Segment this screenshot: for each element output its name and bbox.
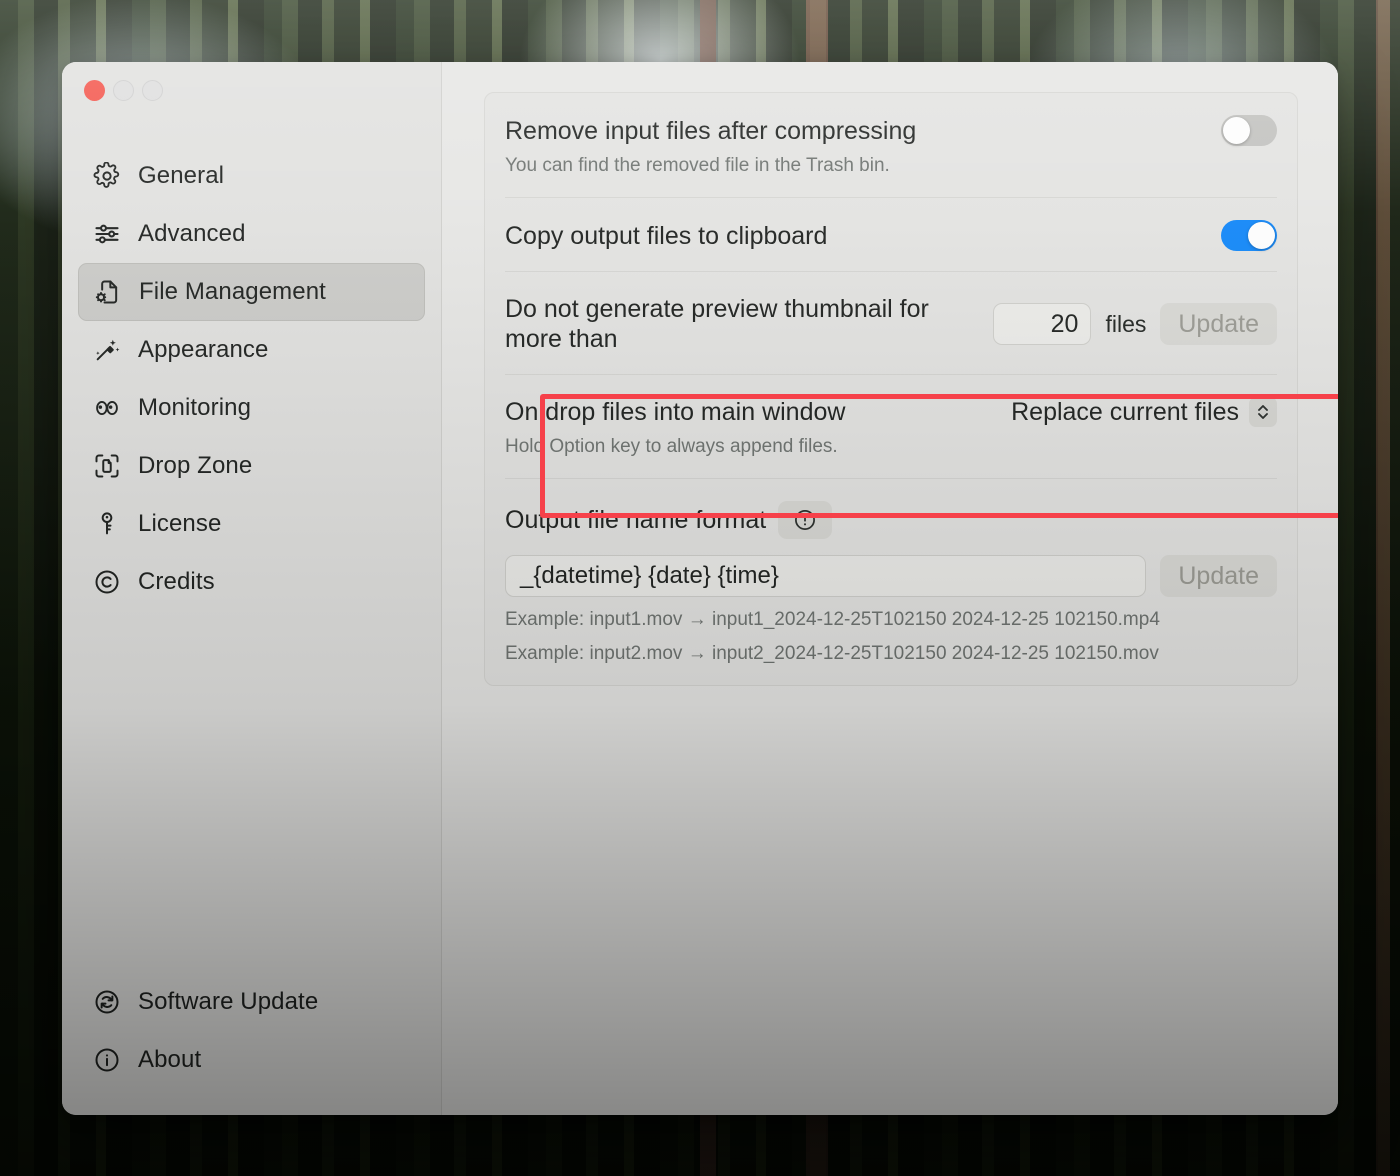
setting-copy-output-clipboard: Copy output files to clipboard: [505, 197, 1277, 271]
sidebar: General Advanced: [62, 62, 442, 1115]
settings-content: Remove input files after compressing You…: [442, 62, 1338, 1115]
setting-no-preview-thumbnail: Do not generate preview thumbnail for mo…: [505, 271, 1277, 374]
sidebar-item-label: Software Update: [138, 990, 318, 1014]
chevron-up-down-icon: [1249, 397, 1277, 427]
sidebar-item-appearance[interactable]: Appearance: [78, 321, 425, 379]
setting-title: Copy output files to clipboard: [505, 221, 827, 251]
gear-icon: [92, 161, 122, 191]
setting-on-drop-files: On drop files into main window Replace c…: [505, 374, 1277, 478]
setting-subtitle: Hold Option key to always append files.: [505, 436, 1277, 458]
exclamation-circle-icon[interactable]: [778, 501, 832, 539]
setting-title: On drop files into main window: [505, 397, 845, 427]
info-circle-icon: [92, 1045, 122, 1075]
sidebar-item-about[interactable]: About: [78, 1031, 425, 1089]
sidebar-item-file-management[interactable]: File Management: [78, 263, 425, 321]
sidebar-item-monitoring[interactable]: Monitoring: [78, 379, 425, 437]
app-window: General Advanced: [62, 62, 1338, 1115]
output-file-name-format-input[interactable]: _{datetime} {date} {time}: [505, 555, 1146, 597]
magic-wand-icon: [92, 335, 122, 365]
sidebar-item-drop-zone[interactable]: Drop Zone: [78, 437, 425, 495]
copy-output-clipboard-toggle[interactable]: [1221, 220, 1277, 251]
sidebar-item-label: About: [138, 1048, 201, 1072]
output-file-name-format-value: _{datetime} {date} {time}: [520, 562, 779, 590]
toggle-knob: [1248, 222, 1275, 249]
output-example-line: Example: input1.mov → input1_2024-12-25T…: [505, 609, 1277, 631]
toggle-knob: [1223, 117, 1250, 144]
sidebar-item-label: General: [138, 164, 224, 188]
close-button[interactable]: [84, 80, 105, 101]
output-example-line: Example: input2.mov → input2_2024-12-25T…: [505, 643, 1277, 665]
on-drop-files-selected-value: Replace current files: [1011, 398, 1239, 427]
window-controls: [62, 62, 441, 114]
setting-remove-input-files: Remove input files after compressing You…: [505, 93, 1277, 197]
sidebar-item-software-update[interactable]: Software Update: [78, 973, 425, 1031]
update-thumbnail-count-button[interactable]: Update: [1160, 303, 1277, 345]
setting-title: Output file name format: [505, 505, 766, 535]
file-gear-icon: [93, 277, 123, 307]
sidebar-item-credits[interactable]: Credits: [78, 553, 425, 611]
preview-thumbnail-count-value: 20: [1051, 310, 1079, 339]
key-icon: [92, 509, 122, 539]
setting-title: Do not generate preview thumbnail for mo…: [505, 294, 975, 354]
files-unit-label: files: [1105, 311, 1146, 338]
sidebar-item-label: Credits: [138, 570, 215, 594]
sidebar-item-general[interactable]: General: [78, 147, 425, 205]
preview-thumbnail-count-input[interactable]: 20: [993, 303, 1091, 345]
eyes-icon: [92, 393, 122, 423]
setting-output-file-name-format: Output file name format _{datetime} {dat…: [505, 478, 1277, 685]
update-file-name-format-button[interactable]: Update: [1160, 555, 1277, 597]
sidebar-item-label: Drop Zone: [138, 454, 252, 478]
on-drop-files-select[interactable]: Replace current files: [1011, 397, 1277, 427]
copyright-icon: [92, 567, 122, 597]
refresh-circle-icon: [92, 987, 122, 1017]
sidebar-item-label: File Management: [139, 280, 326, 304]
sidebar-item-label: Monitoring: [138, 396, 251, 420]
sidebar-item-label: License: [138, 512, 221, 536]
sidebar-item-advanced[interactable]: Advanced: [78, 205, 425, 263]
sliders-icon: [92, 219, 122, 249]
zoom-button[interactable]: [142, 80, 163, 101]
drop-zone-icon: [92, 451, 122, 481]
remove-input-files-toggle[interactable]: [1221, 115, 1277, 146]
sidebar-item-label: Appearance: [138, 338, 268, 362]
sidebar-item-label: Advanced: [138, 222, 246, 246]
sidebar-nav-primary: General Advanced: [62, 114, 441, 611]
minimize-button[interactable]: [113, 80, 134, 101]
file-management-settings-card: Remove input files after compressing You…: [484, 92, 1298, 686]
wallpaper-trunk: [1376, 0, 1390, 1176]
sidebar-item-license[interactable]: License: [78, 495, 425, 553]
desktop-wallpaper: General Advanced: [0, 0, 1400, 1176]
sidebar-nav-secondary: Software Update About: [62, 973, 441, 1115]
setting-title: Remove input files after compressing: [505, 116, 916, 146]
setting-subtitle: You can find the removed file in the Tra…: [505, 155, 1277, 177]
